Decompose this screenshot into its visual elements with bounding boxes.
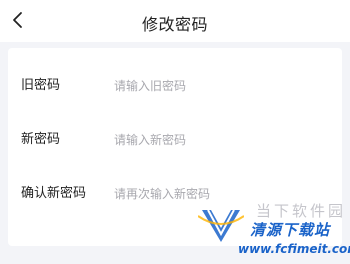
old-password-label: 旧密码 <box>21 78 61 93</box>
old-password-input[interactable] <box>114 76 324 96</box>
new-password-input[interactable] <box>114 130 324 150</box>
old-password-row: 旧密码 <box>8 56 342 116</box>
top-nav-bar: 修改密码 <box>0 0 350 42</box>
page-title: 修改密码 <box>141 15 208 34</box>
confirm-password-row: 确认新密码 <box>8 164 342 224</box>
confirm-password-label: 确认新密码 <box>21 186 87 201</box>
new-password-row: 新密码 <box>8 110 342 170</box>
new-password-label: 新密码 <box>21 132 61 147</box>
password-form-card: 旧密码 新密码 确认新密码 <box>8 48 342 246</box>
confirm-password-input[interactable] <box>114 184 324 204</box>
